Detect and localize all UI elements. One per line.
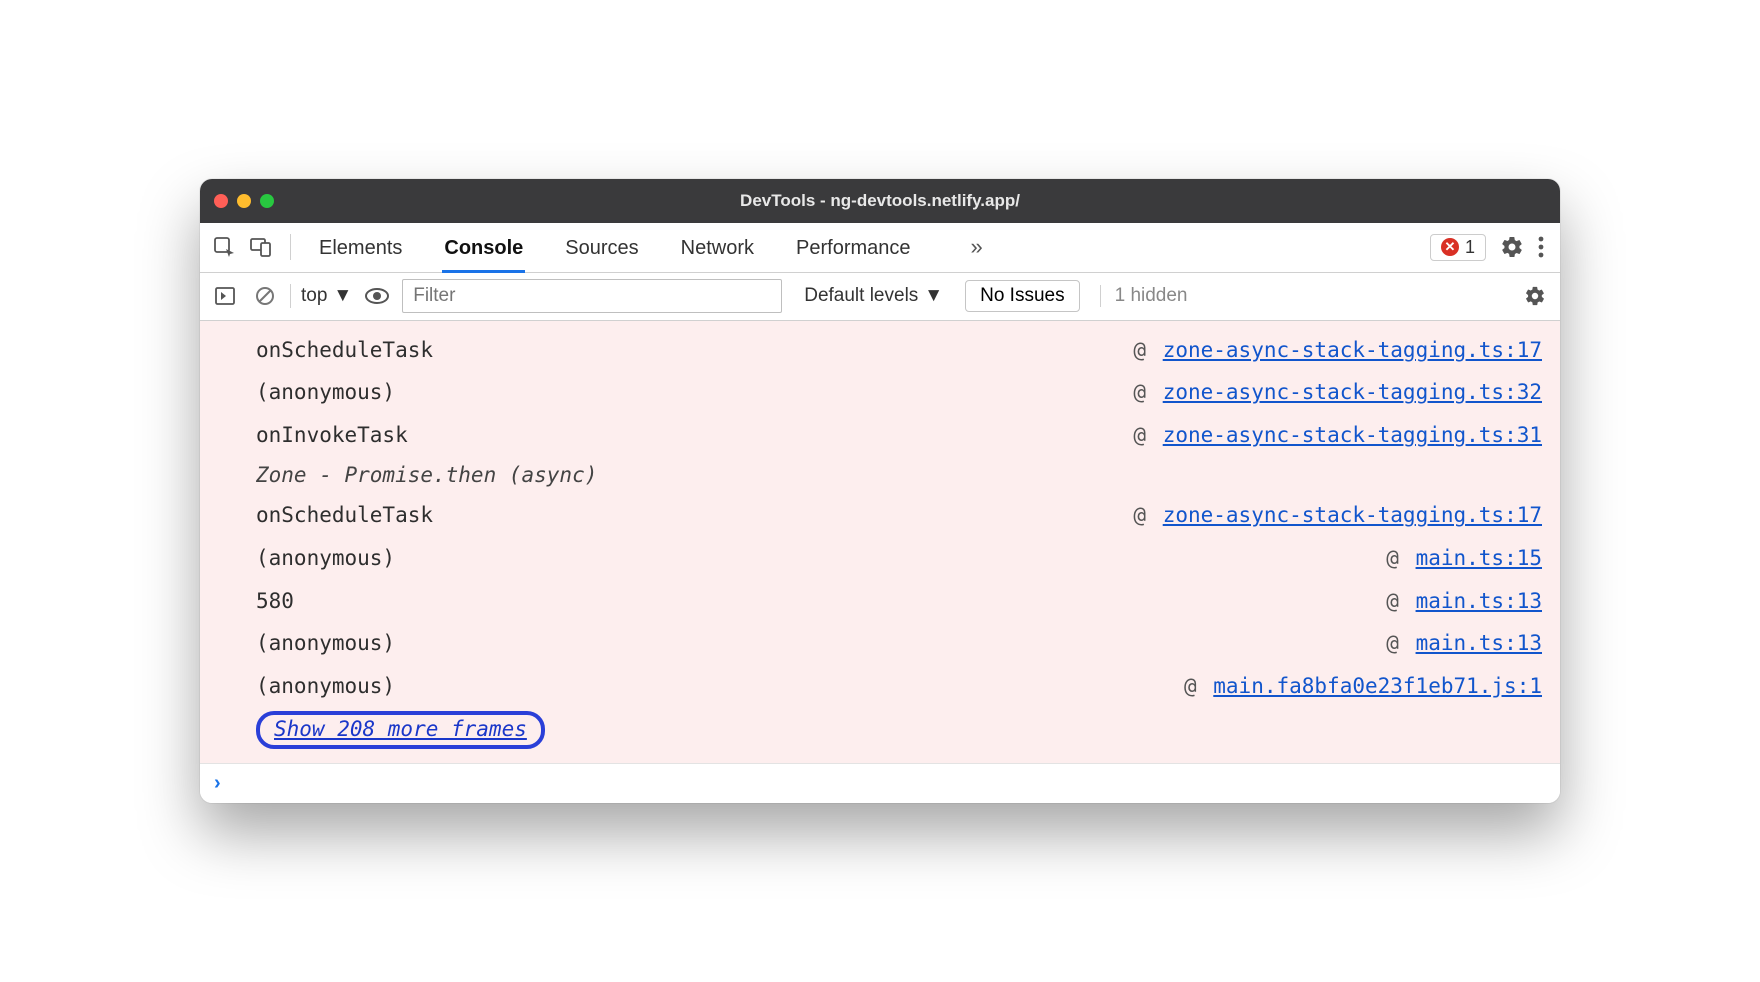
- frame-function-name: onScheduleTask: [256, 499, 1133, 532]
- error-count-badge[interactable]: ✕ 1: [1430, 234, 1486, 261]
- titlebar: DevTools - ng-devtools.netlify.app/: [200, 179, 1560, 223]
- frame-function-name: (anonymous): [256, 376, 1133, 409]
- source-link[interactable]: zone-async-stack-tagging.ts:17: [1163, 503, 1542, 527]
- stack-frame-row: (anonymous)@ main.ts:15: [256, 537, 1542, 580]
- frame-function-name: (anonymous): [256, 542, 1386, 575]
- tabbar-right: ✕ 1: [1430, 234, 1550, 261]
- context-label: top: [301, 285, 327, 307]
- panel-tabs: Elements Console Sources Network Perform…: [317, 225, 1424, 270]
- tabs-overflow-icon[interactable]: »: [971, 234, 983, 260]
- tab-performance[interactable]: Performance: [794, 225, 913, 270]
- log-levels-selector[interactable]: Default levels ▼: [804, 285, 943, 307]
- frame-source: @ main.fa8bfa0e23f1eb71.js:1: [1184, 670, 1542, 703]
- stack-frame-row: (anonymous)@ zone-async-stack-tagging.ts…: [256, 371, 1542, 414]
- frame-function-name: onInvokeTask: [256, 419, 1133, 452]
- frame-source: @ zone-async-stack-tagging.ts:32: [1133, 376, 1542, 409]
- source-link[interactable]: zone-async-stack-tagging.ts:17: [1163, 338, 1542, 362]
- chevron-down-icon: ▼: [924, 285, 943, 307]
- device-toolbar-icon[interactable]: [246, 232, 276, 262]
- frame-function-name: (anonymous): [256, 670, 1184, 703]
- traffic-lights: [214, 194, 274, 208]
- main-tabbar: Elements Console Sources Network Perform…: [200, 223, 1560, 273]
- source-link[interactable]: main.ts:15: [1416, 546, 1542, 570]
- source-link[interactable]: main.ts:13: [1416, 589, 1542, 613]
- frame-function-name: (anonymous): [256, 627, 1386, 660]
- at-symbol: @: [1386, 589, 1411, 613]
- show-more-frames-link[interactable]: Show 208 more frames: [274, 717, 527, 741]
- at-symbol: @: [1184, 674, 1209, 698]
- error-icon: ✕: [1441, 238, 1459, 256]
- console-settings-gear-icon[interactable]: [1520, 281, 1550, 311]
- clear-console-icon[interactable]: [250, 281, 280, 311]
- stack-frame-row: onScheduleTask@ zone-async-stack-tagging…: [256, 329, 1542, 372]
- prompt-caret-icon: ›: [214, 772, 221, 795]
- toggle-sidebar-icon[interactable]: [210, 281, 240, 311]
- source-link[interactable]: main.ts:13: [1416, 631, 1542, 655]
- stack-frame-row: onScheduleTask@ zone-async-stack-tagging…: [256, 494, 1542, 537]
- context-selector[interactable]: top ▼: [301, 285, 352, 307]
- issues-button[interactable]: No Issues: [965, 280, 1079, 312]
- hidden-count[interactable]: 1 hidden: [1100, 285, 1188, 307]
- source-link[interactable]: zone-async-stack-tagging.ts:31: [1163, 423, 1542, 447]
- filter-input[interactable]: [402, 279, 782, 313]
- settings-gear-icon[interactable]: [1500, 235, 1524, 259]
- source-link[interactable]: zone-async-stack-tagging.ts:32: [1163, 380, 1542, 404]
- tab-network[interactable]: Network: [679, 225, 756, 270]
- frame-source: @ main.ts:13: [1386, 627, 1542, 660]
- frame-function-name: 580: [256, 585, 1386, 618]
- console-output: onScheduleTask@ zone-async-stack-tagging…: [200, 321, 1560, 763]
- maximize-window-button[interactable]: [260, 194, 274, 208]
- more-menu-icon[interactable]: [1538, 236, 1544, 258]
- stack-frame-row: (anonymous)@ main.fa8bfa0e23f1eb71.js:1: [256, 665, 1542, 708]
- frame-source: @ zone-async-stack-tagging.ts:17: [1133, 499, 1542, 532]
- stack-frame-row: 580@ main.ts:13: [256, 580, 1542, 623]
- frame-source: @ zone-async-stack-tagging.ts:31: [1133, 419, 1542, 452]
- at-symbol: @: [1133, 503, 1158, 527]
- console-prompt[interactable]: ›: [200, 763, 1560, 803]
- chevron-down-icon: ▼: [333, 285, 352, 307]
- async-stack-label: Zone - Promise.then (async): [256, 456, 1542, 494]
- at-symbol: @: [1133, 338, 1158, 362]
- at-symbol: @: [1133, 423, 1158, 447]
- at-symbol: @: [1133, 380, 1158, 404]
- levels-label: Default levels: [804, 285, 918, 307]
- window-title: DevTools - ng-devtools.netlify.app/: [740, 191, 1020, 211]
- tab-console[interactable]: Console: [442, 225, 525, 270]
- frame-function-name: onScheduleTask: [256, 334, 1133, 367]
- source-link[interactable]: main.fa8bfa0e23f1eb71.js:1: [1213, 674, 1542, 698]
- inspect-element-icon[interactable]: [210, 232, 240, 262]
- frame-source: @ main.ts:15: [1386, 542, 1542, 575]
- stack-frame-row: (anonymous)@ main.ts:13: [256, 622, 1542, 665]
- tab-sources[interactable]: Sources: [563, 225, 640, 270]
- live-expression-icon[interactable]: [362, 281, 392, 311]
- frame-source: @ main.ts:13: [1386, 585, 1542, 618]
- show-more-frames-highlight: Show 208 more frames: [256, 711, 545, 749]
- console-toolbar: top ▼ Default levels ▼ No Issues 1 hidde…: [200, 273, 1560, 321]
- divider: [290, 234, 291, 260]
- devtools-window: DevTools - ng-devtools.netlify.app/ Elem…: [200, 179, 1560, 803]
- frame-source: @ zone-async-stack-tagging.ts:17: [1133, 334, 1542, 367]
- at-symbol: @: [1386, 631, 1411, 655]
- minimize-window-button[interactable]: [237, 194, 251, 208]
- divider: [290, 284, 291, 308]
- tab-elements[interactable]: Elements: [317, 225, 404, 270]
- stack-frame-row: onInvokeTask@ zone-async-stack-tagging.t…: [256, 414, 1542, 457]
- error-count: 1: [1465, 237, 1475, 258]
- close-window-button[interactable]: [214, 194, 228, 208]
- at-symbol: @: [1386, 546, 1411, 570]
